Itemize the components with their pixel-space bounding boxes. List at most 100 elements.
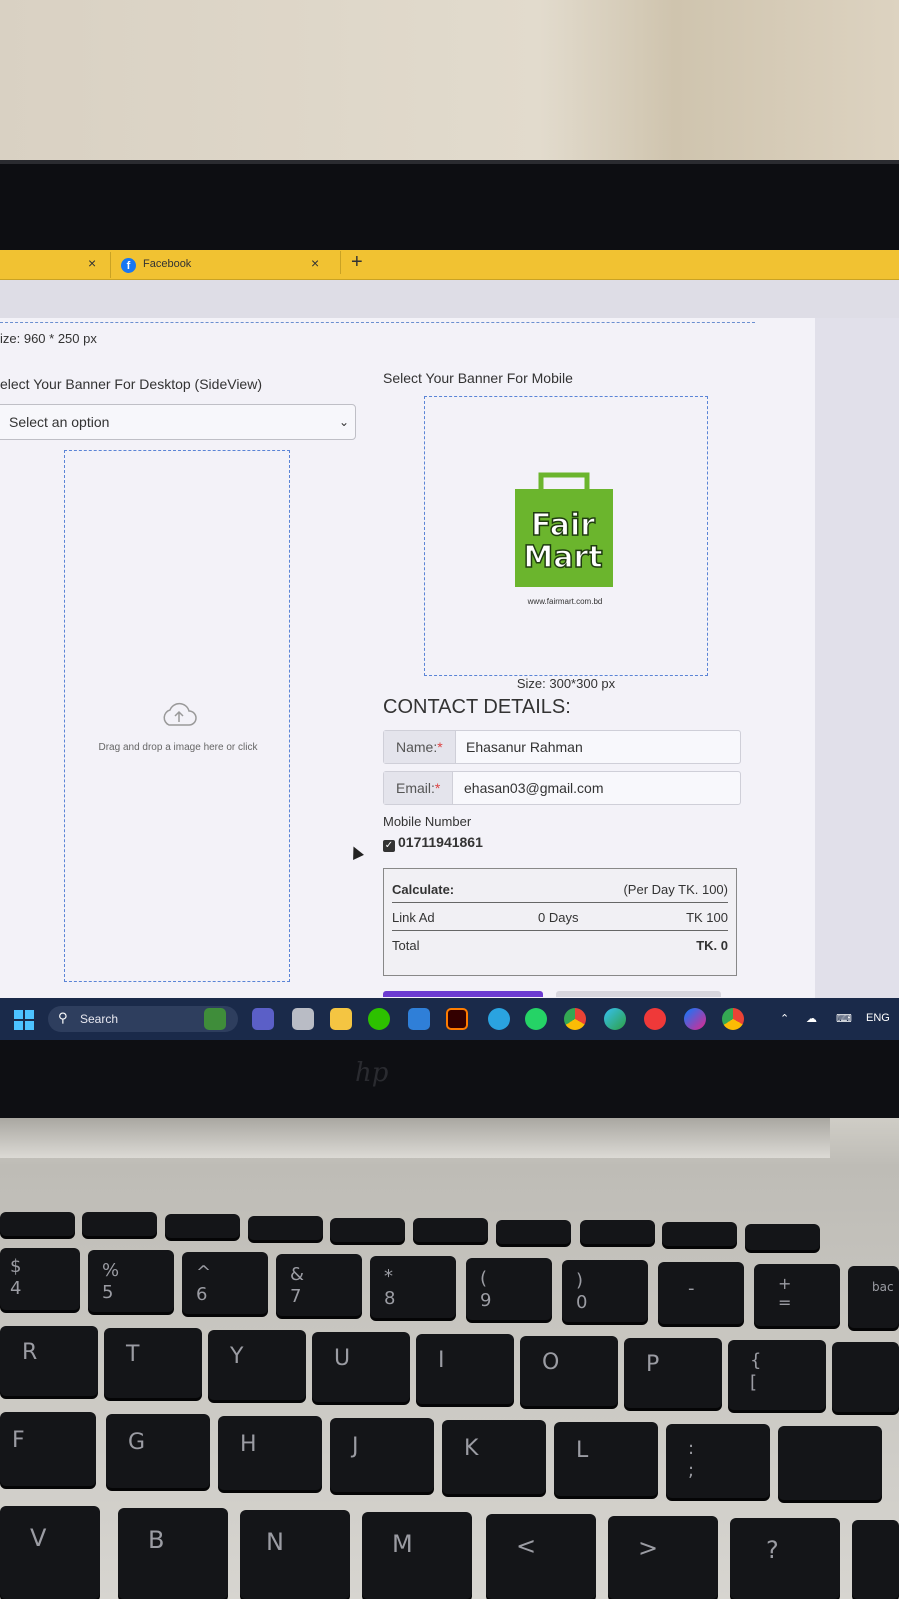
- banner-form: ize: 960 * 250 px elect Your Banner For …: [0, 318, 815, 998]
- key-fn-row: [330, 1218, 405, 1242]
- tab-title: Facebook: [143, 258, 192, 270]
- desktop-size-hint: ize: 960 * 250 px: [0, 331, 97, 346]
- link-ad-label: Link Ad: [392, 910, 435, 925]
- logo-url-text: www.fairmart.com.bd: [527, 597, 603, 606]
- svg-text:Mart: Mart: [523, 540, 602, 575]
- email-input[interactable]: ehasan03@gmail.com: [464, 780, 604, 796]
- fairmart-logo: Fair Mart: [515, 472, 613, 587]
- key: & 7: [276, 1254, 362, 1316]
- contact-details-heading: CONTACT DETAILS:: [383, 696, 571, 718]
- mobile-banner-label: Select Your Banner For Mobile: [383, 370, 573, 386]
- name-label: Name:*: [384, 731, 456, 763]
- tab-facebook[interactable]: f Facebook ×: [110, 252, 330, 278]
- key: N: [240, 1510, 350, 1599]
- key: U: [312, 1332, 410, 1402]
- key: + =: [754, 1264, 840, 1326]
- messenger-icon[interactable]: [684, 1008, 706, 1030]
- laptop-top-bezel: [0, 160, 899, 252]
- key: F: [0, 1412, 96, 1486]
- calc-title: Calculate:: [392, 882, 455, 897]
- page-right-gutter: [815, 318, 899, 998]
- calc-link-ad-row: Link Ad 0 Days TK 100: [392, 903, 728, 931]
- key: I: [416, 1334, 514, 1404]
- mobile-banner-dropzone[interactable]: Fair Mart www.fairmart.com.bd: [424, 396, 708, 676]
- key: L: [554, 1422, 658, 1496]
- key: ( 9: [466, 1258, 552, 1320]
- key: B: [118, 1508, 228, 1599]
- key: % 5: [88, 1250, 174, 1312]
- desktop-banner-label: elect Your Banner For Desktop (SideView): [0, 376, 262, 392]
- tab-close-button[interactable]: ×: [88, 255, 96, 271]
- key: <: [486, 1514, 596, 1599]
- name-input[interactable]: Ehasanur Rahman: [466, 739, 583, 755]
- language-indicator[interactable]: ENG: [866, 1012, 890, 1024]
- mobile-size-hint: Size: 300*300 px: [516, 676, 616, 691]
- key: -: [658, 1262, 744, 1324]
- select-value: Select an option: [9, 414, 110, 430]
- key: ^ 6: [182, 1252, 268, 1314]
- desktop-banner-select[interactable]: Select an option ⌄: [0, 404, 356, 440]
- new-tab-button[interactable]: +: [340, 251, 363, 274]
- checkbox-icon[interactable]: ✓: [383, 840, 395, 852]
- key-fn-row: [82, 1212, 157, 1236]
- teams-icon[interactable]: [252, 1008, 274, 1030]
- edge-icon[interactable]: [604, 1008, 626, 1030]
- widgets-icon[interactable]: [204, 1008, 226, 1030]
- link-ad-amount: TK 100: [686, 910, 728, 925]
- key-fn-row: [496, 1220, 571, 1244]
- key: G: [106, 1414, 210, 1488]
- facebook-icon: f: [121, 258, 136, 273]
- desktop-banner-dropzone[interactable]: Drag and drop a image here or click: [64, 450, 290, 982]
- browser-toolbar: [0, 280, 899, 318]
- total-value: TK. 0: [696, 938, 728, 953]
- vivaldi-icon[interactable]: [644, 1008, 666, 1030]
- dropzone-instructions: Drag and drop a image here or click: [98, 742, 258, 753]
- tab-close-button[interactable]: ×: [311, 255, 319, 271]
- windows-taskbar: ⚲ Search ⌃ ☁ ⌨ ENG: [0, 998, 899, 1040]
- chrome-icon[interactable]: [564, 1008, 586, 1030]
- svg-text:Fair: Fair: [531, 508, 595, 543]
- key: Y: [208, 1330, 306, 1400]
- onedrive-icon[interactable]: ☁: [806, 1012, 817, 1025]
- key: M: [362, 1512, 472, 1599]
- key: V: [0, 1506, 100, 1599]
- file-explorer-icon[interactable]: [330, 1008, 352, 1030]
- key: K: [442, 1420, 546, 1494]
- mobile-number-value[interactable]: ✓ 01711941861: [383, 834, 483, 852]
- keyboard-icon[interactable]: ⌨: [836, 1012, 852, 1025]
- key-fn-row: [0, 1212, 75, 1236]
- chrome-profile-icon[interactable]: [722, 1008, 744, 1030]
- wechat-icon[interactable]: [368, 1008, 390, 1030]
- desktop-banner-dropzone-edge: [0, 322, 755, 323]
- illustrator-icon[interactable]: [446, 1008, 468, 1030]
- windows-start-icon[interactable]: [14, 1010, 34, 1030]
- key-fn-row: [413, 1218, 488, 1242]
- calc-per-day: (Per Day TK. 100): [623, 882, 728, 897]
- taskview-icon[interactable]: [292, 1008, 314, 1030]
- key: T: [104, 1328, 202, 1398]
- email-field[interactable]: Email:* ehasan03@gmail.com: [383, 771, 741, 805]
- key-fn-row: [248, 1216, 323, 1240]
- secondary-button[interactable]: [556, 991, 721, 997]
- key: ) 0: [562, 1260, 648, 1322]
- cloud-upload-icon: [163, 702, 197, 726]
- key: [832, 1342, 899, 1412]
- key: { [: [728, 1340, 826, 1410]
- key: [778, 1426, 882, 1500]
- key: J: [330, 1418, 434, 1492]
- calculate-box: Calculate: (Per Day TK. 100) Link Ad 0 D…: [383, 868, 737, 976]
- key: O: [520, 1336, 618, 1406]
- key: H: [218, 1416, 322, 1490]
- browser-tab-strip: × f Facebook × +: [0, 250, 899, 280]
- telegram-icon[interactable]: [488, 1008, 510, 1030]
- submit-button[interactable]: [383, 991, 543, 997]
- chevron-up-icon[interactable]: ⌃: [780, 1012, 789, 1025]
- whatsapp-icon[interactable]: [525, 1008, 547, 1030]
- key: R: [0, 1326, 98, 1396]
- background-wall: [0, 0, 899, 170]
- search-icon: ⚲: [58, 1010, 68, 1025]
- key: * 8: [370, 1256, 456, 1318]
- days-value: 0 Days: [538, 910, 579, 925]
- calculator-icon[interactable]: [408, 1008, 430, 1030]
- name-field[interactable]: Name:* Ehasanur Rahman: [383, 730, 741, 764]
